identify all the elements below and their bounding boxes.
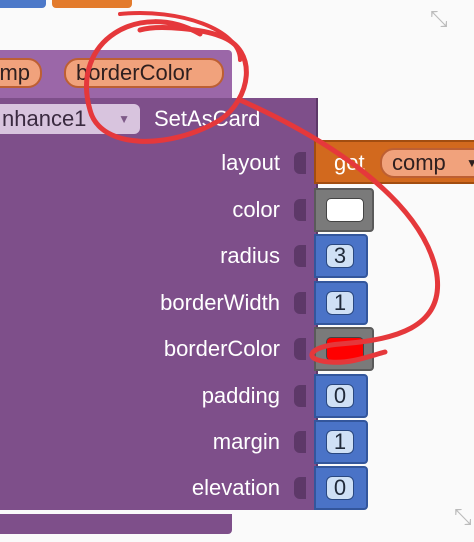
number-field-elevation[interactable]: 0 — [326, 476, 354, 500]
number-block-elevation[interactable]: 0 — [314, 466, 368, 510]
socket-elevation — [294, 477, 306, 499]
param-label-layout: layout — [221, 150, 280, 175]
number-block-margin[interactable]: 1 — [314, 420, 368, 464]
partial-block-bottom[interactable] — [0, 514, 232, 534]
socket-bordercolor — [294, 338, 306, 360]
partial-block-orange[interactable] — [52, 0, 132, 8]
number-field-margin[interactable]: 1 — [326, 430, 354, 454]
color-block-white[interactable] — [314, 188, 374, 232]
expand-icon[interactable]: ⤡ — [430, 6, 448, 32]
chevron-down-icon: ▼ — [118, 112, 130, 126]
socket-margin — [294, 431, 306, 453]
variable-pill-bordercolor[interactable]: borderColor — [64, 58, 224, 88]
number-block-padding[interactable]: 0 — [314, 374, 368, 418]
param-label-margin: margin — [212, 429, 280, 454]
color-block-red[interactable] — [314, 327, 374, 371]
param-label-radius: radius — [220, 243, 280, 268]
method-name: SetAsCard — [154, 106, 261, 131]
variable-dropdown-comp[interactable]: comp ▼ — [380, 148, 474, 178]
param-label-borderwidth: borderWidth — [160, 290, 280, 315]
number-block-borderwidth[interactable]: 1 — [314, 281, 368, 325]
socket-borderwidth — [294, 292, 306, 314]
socket-padding — [294, 385, 306, 407]
component-name: nhance1 — [2, 106, 87, 131]
expand-icon[interactable]: ⤡ — [454, 504, 472, 530]
component-dropdown[interactable]: nhance1 ▼ — [0, 104, 140, 134]
socket-color — [294, 199, 306, 221]
socket-layout — [294, 152, 306, 174]
partial-block-blue[interactable] — [0, 0, 46, 8]
number-field-padding[interactable]: 0 — [326, 384, 354, 408]
color-swatch-red[interactable] — [326, 337, 364, 361]
variable-pill-comp[interactable]: mp — [0, 58, 42, 88]
color-swatch-white[interactable] — [326, 198, 364, 222]
number-block-radius[interactable]: 3 — [314, 234, 368, 278]
param-label-padding: padding — [201, 383, 280, 408]
number-field-radius[interactable]: 3 — [326, 244, 354, 268]
param-label-bordercolor: borderColor — [163, 336, 280, 361]
chevron-down-icon: ▼ — [466, 156, 474, 170]
param-label-elevation: elevation — [191, 475, 280, 500]
number-field-borderwidth[interactable]: 1 — [326, 291, 354, 315]
param-label-color: color — [232, 197, 280, 222]
variable-name: comp — [392, 150, 446, 175]
socket-radius — [294, 245, 306, 267]
get-keyword: get — [334, 150, 365, 175]
